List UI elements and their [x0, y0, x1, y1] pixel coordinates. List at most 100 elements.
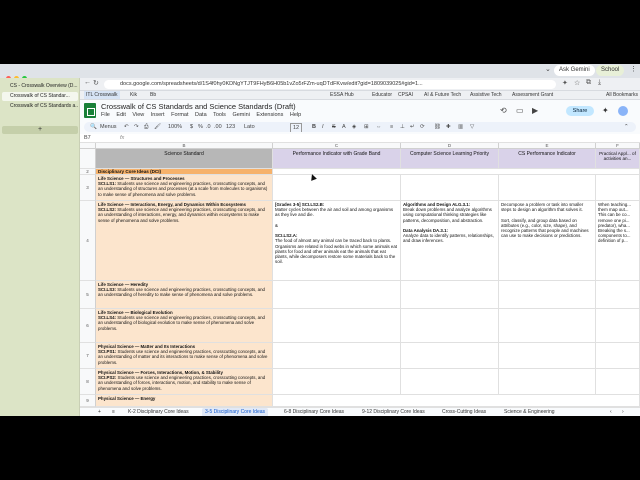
undo-icon[interactable]: ↶: [124, 122, 129, 132]
sheets-logo-icon[interactable]: [84, 103, 96, 118]
menu-help[interactable]: Help: [290, 112, 301, 118]
table-cell[interactable]: [499, 369, 596, 395]
number-format-button[interactable]: 123: [226, 122, 235, 132]
filter-icon[interactable]: ▽: [470, 122, 474, 132]
table-cell[interactable]: [499, 281, 596, 309]
sheet-tab[interactable]: 9-12 Disciplinary Core Ideas: [362, 408, 425, 416]
row-number[interactable]: 9: [80, 395, 96, 407]
reload-icon[interactable]: ↻: [93, 79, 99, 87]
bookmark-item[interactable]: Bb: [150, 91, 156, 99]
ask-gemini-button[interactable]: Ask Gemini: [554, 65, 595, 76]
table-cell[interactable]: [596, 281, 640, 309]
bookmark-item[interactable]: ESSA Hub: [330, 91, 354, 99]
comment-add-icon[interactable]: ✚: [446, 122, 451, 132]
menu-edit[interactable]: Edit: [116, 112, 125, 118]
table-cell[interactable]: [273, 309, 401, 343]
table-cell[interactable]: [273, 369, 401, 395]
header-cs-performance[interactable]: CS Performance Indicator: [499, 149, 596, 169]
header-performance-indicator[interactable]: Performance Indicator with Grade Band: [273, 149, 401, 169]
row-number[interactable]: 6: [80, 309, 96, 343]
row-number[interactable]: 5: [80, 281, 96, 309]
scroll-tabs-left-icon[interactable]: ‹: [610, 408, 612, 416]
practical-cell[interactable]: When teaching... them map out... This ca…: [596, 201, 640, 281]
borders-icon[interactable]: ⊞: [364, 122, 369, 132]
science-standard-cell[interactable]: Physical Science — Forces, Interactions,…: [96, 369, 273, 395]
science-standard-cell[interactable]: Life Science — Structures and Processes S…: [96, 175, 273, 201]
bookmark-item[interactable]: CPSAI: [398, 91, 413, 99]
bookmark-item[interactable]: Assistive Tech: [470, 91, 502, 99]
science-standard-cell[interactable]: Life Science — Biological Evolution SCI.L…: [96, 309, 273, 343]
fill-color-icon[interactable]: ◈: [352, 122, 356, 132]
row-number[interactable]: [80, 149, 96, 169]
scroll-tabs-right-icon[interactable]: ›: [622, 408, 624, 416]
back-icon[interactable]: ←: [84, 79, 91, 86]
science-standard-cell[interactable]: Physical Science — Energy: [96, 395, 273, 407]
bookmark-item[interactable]: Educator: [372, 91, 392, 99]
sheet-tab-active[interactable]: 3-5 Disciplinary Core Ideas: [202, 408, 269, 416]
add-sheet-icon[interactable]: +: [98, 408, 101, 416]
table-cell[interactable]: [273, 281, 401, 309]
rotate-icon[interactable]: ⟳: [420, 122, 425, 132]
name-box[interactable]: B7: [84, 134, 91, 143]
science-standard-cell[interactable]: Life Science — Interactions, Energy, and…: [96, 201, 273, 281]
side-tab-active[interactable]: Crosswalk of CS Standar...: [2, 92, 78, 101]
paint-format-icon[interactable]: 🖌: [154, 122, 161, 132]
table-cell[interactable]: [499, 309, 596, 343]
table-cell[interactable]: [273, 395, 640, 407]
menu-file[interactable]: File: [101, 112, 110, 118]
puzzle-icon[interactable]: ⧉: [586, 79, 591, 87]
header-science-standard[interactable]: Science Standard: [96, 149, 273, 169]
share-button[interactable]: Share: [566, 106, 594, 116]
spreadsheet-grid[interactable]: B C D E F Science Standard Performance I…: [80, 143, 640, 407]
menu-gemini[interactable]: Gemini: [232, 112, 249, 118]
increase-decimal-button[interactable]: .00: [214, 122, 222, 132]
table-cell[interactable]: [273, 175, 401, 201]
address-input[interactable]: docs.google.com/spreadsheets/d/1S4f0hy0K…: [104, 80, 556, 89]
table-cell[interactable]: [401, 369, 499, 395]
valign-icon[interactable]: ⊥: [400, 122, 405, 132]
table-cell[interactable]: [401, 309, 499, 343]
align-icon[interactable]: ≡: [390, 122, 393, 132]
row-number[interactable]: 4: [80, 201, 96, 281]
menu-extensions[interactable]: Extensions: [256, 112, 283, 118]
sheet-tab[interactable]: Cross-Cutting Ideas: [442, 408, 486, 416]
menu-view[interactable]: View: [132, 112, 144, 118]
bold-icon[interactable]: B: [312, 122, 316, 132]
menu-format[interactable]: Format: [171, 112, 188, 118]
side-tab[interactable]: Crosswalk of CS Standards a...: [2, 102, 78, 111]
header-practical[interactable]: Practical Appl... of activities an...: [596, 149, 640, 169]
bookmark-item[interactable]: ITL Crosswalk: [84, 91, 120, 99]
table-cell[interactable]: [499, 175, 596, 201]
gemini-icon[interactable]: ✦: [602, 106, 609, 115]
menu-tools[interactable]: Tools: [213, 112, 226, 118]
redo-icon[interactable]: ↷: [134, 122, 139, 132]
text-color-icon[interactable]: A: [342, 122, 346, 132]
row-number[interactable]: 7: [80, 343, 96, 369]
all-bookmarks[interactable]: All Bookmarks: [606, 91, 638, 99]
zoom-select[interactable]: 100%: [168, 122, 182, 132]
new-tab-button[interactable]: +: [2, 126, 78, 134]
comment-icon[interactable]: ▭: [516, 106, 524, 115]
table-cell[interactable]: [273, 343, 401, 369]
performance-indicator-cell[interactable]: [Grades 3-5] SCI.LS2.B: Matter cycles bet…: [273, 201, 401, 281]
sheet-tab[interactable]: Science & Engineering: [504, 408, 555, 416]
menu-data[interactable]: Data: [195, 112, 207, 118]
menu-insert[interactable]: Insert: [151, 112, 165, 118]
meet-icon[interactable]: ▶: [532, 106, 538, 115]
cs-priority-cell[interactable]: Algorithms and Design ALG.3.1: Break down…: [401, 201, 499, 281]
profile-button[interactable]: School: [596, 65, 625, 76]
collapse-toolbar-icon[interactable]: ⌃: [624, 122, 629, 132]
currency-button[interactable]: $: [190, 122, 193, 132]
strikethrough-icon[interactable]: S: [332, 122, 336, 132]
sheet-tab[interactable]: 6-8 Disciplinary Core Ideas: [284, 408, 344, 416]
row-number[interactable]: 8: [80, 369, 96, 395]
header-cs-priority[interactable]: Computer Science Learning Priority: [401, 149, 499, 169]
row-number[interactable]: 3: [80, 175, 96, 201]
table-cell[interactable]: [401, 281, 499, 309]
all-sheets-icon[interactable]: ≡: [112, 408, 115, 416]
table-cell[interactable]: [596, 175, 640, 201]
bookmark-item[interactable]: Kik: [130, 91, 137, 99]
table-cell[interactable]: [596, 343, 640, 369]
avatar[interactable]: [618, 106, 628, 116]
font-select[interactable]: Lato: [244, 122, 255, 132]
